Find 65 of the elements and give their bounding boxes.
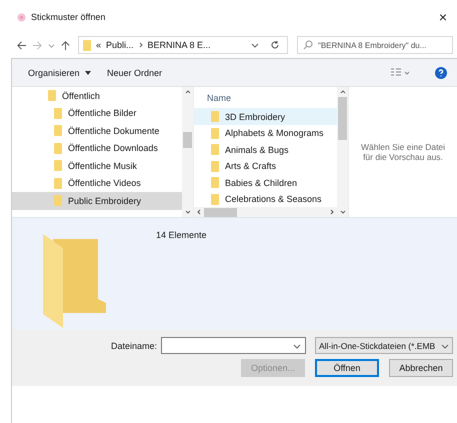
scrollbar-thumb[interactable]	[183, 132, 192, 148]
folder-icon	[54, 195, 62, 206]
tree-item[interactable]: Öffentliche Dokumente	[12, 122, 182, 140]
address-bar[interactable]: « Publi... BERNINA 8 E...	[78, 36, 264, 54]
dropdown-caret-icon	[293, 342, 301, 350]
refresh-icon	[270, 40, 280, 50]
preview-message: Wählen Sie eine Datei für die Vorschau aus.	[360, 142, 446, 162]
large-folder-icon	[43, 234, 107, 328]
folder-list-item[interactable]: Arts & Crafts	[194, 158, 337, 174]
dropdown-caret-icon	[441, 342, 449, 350]
close-button[interactable]: ×	[434, 9, 451, 25]
name-column-header[interactable]: Name	[194, 87, 337, 108]
overflow-chevron[interactable]: «	[96, 40, 102, 50]
folder-icon	[54, 108, 62, 119]
item-count: 14 Elemente	[156, 230, 207, 242]
folder-icon	[211, 128, 219, 139]
scrollbar-thumb[interactable]	[338, 97, 347, 140]
chevron-icon	[138, 42, 143, 48]
tree-item[interactable]: Public Embroidery	[12, 192, 182, 210]
folder-list-item[interactable]: Celebrations & Seasons	[194, 190, 337, 208]
refresh-button[interactable]	[263, 36, 288, 54]
dropdown-caret-icon[interactable]	[251, 41, 259, 49]
folder-icon	[211, 111, 219, 122]
folder-icon	[54, 125, 62, 136]
folder-icon	[54, 142, 62, 154]
folder-list-item[interactable]: 3D Embroidery	[194, 108, 337, 125]
window-title: Stickmuster öffnen	[31, 12, 106, 22]
search-field[interactable]: "BERNINA 8 Embroidery" du...	[297, 36, 453, 54]
view-options-icon[interactable]	[389, 68, 411, 78]
folder-list-item[interactable]: Alphabets & Monograms	[194, 124, 337, 142]
folder-icon	[48, 90, 56, 102]
folder-icon	[211, 160, 219, 172]
back-arrow-icon[interactable]	[16, 40, 27, 50]
search-icon	[303, 40, 313, 50]
caret-icon	[85, 71, 92, 76]
breadcrumb-item[interactable]: BERNINA 8 E...	[148, 40, 211, 50]
filename-label: Dateiname:	[110, 340, 157, 350]
flower-icon	[17, 12, 26, 22]
filename-field[interactable]	[161, 337, 306, 354]
tree-item[interactable]: Öffentliche Downloads	[12, 140, 182, 157]
vertical-scrollbar[interactable]	[182, 87, 193, 217]
folder-icon	[211, 144, 219, 156]
help-icon[interactable]	[435, 66, 447, 78]
new-folder-button[interactable]: Neuer Ordner	[103, 68, 166, 78]
folder-icon	[54, 160, 62, 172]
organize-button[interactable]: Organisieren	[24, 68, 96, 78]
folder-icon	[211, 177, 219, 188]
up-arrow-icon[interactable]	[60, 40, 71, 50]
dialog-button[interactable]: Öffnen	[315, 359, 379, 377]
tree-item[interactable]: Öffentlich	[12, 87, 182, 104]
dialog-button[interactable]: Abbrechen	[389, 359, 453, 377]
folder-icon	[54, 178, 62, 189]
folder-list-item[interactable]: Animals & Bugs	[194, 141, 337, 158]
file-type-dropdown[interactable]: All-in-One-Stickdateien (*.EMB	[315, 337, 453, 354]
vertical-scrollbar[interactable]	[337, 87, 348, 217]
tree-item[interactable]: Öffentliche Musik	[12, 157, 182, 174]
scrollbar-thumb[interactable]	[204, 208, 237, 217]
tree-item[interactable]: Öffentliche Bilder	[12, 104, 182, 122]
folder-icon	[83, 40, 91, 50]
breadcrumb-item[interactable]: Publi...	[106, 40, 134, 50]
horizontal-scrollbar[interactable]	[194, 207, 337, 217]
folder-list-item[interactable]: Babies & Children	[194, 174, 337, 191]
folder-icon	[211, 194, 219, 205]
caret-icon[interactable]	[48, 42, 55, 48]
tree-item[interactable]: Öffentliche Videos	[12, 174, 182, 192]
